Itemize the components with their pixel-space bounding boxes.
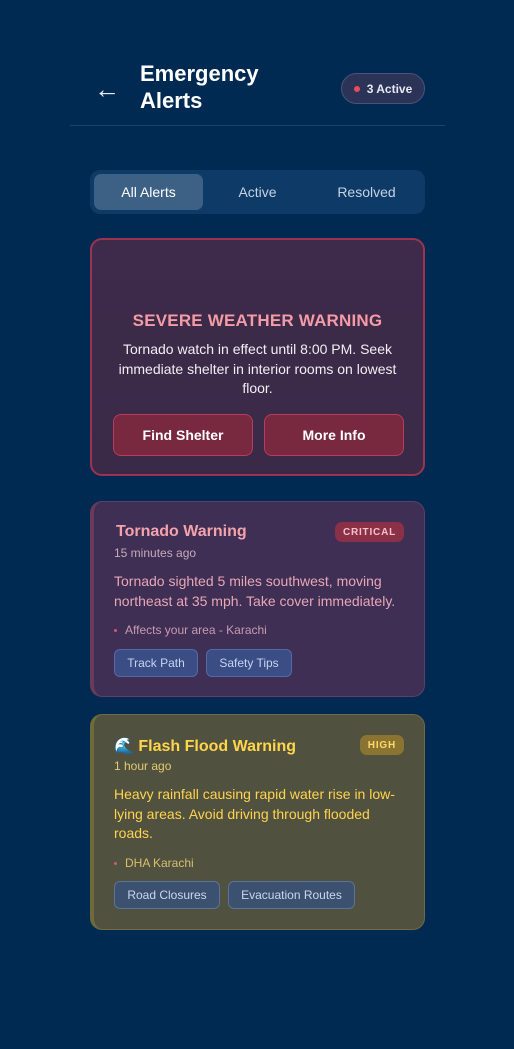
alert-title: Tornado Warning (116, 523, 247, 540)
status-dot-icon (353, 85, 360, 92)
safety-tips-button[interactable]: Safety Tips (206, 649, 292, 677)
alert-location-label: DHA Karachi (125, 856, 194, 870)
evacuation-routes-button[interactable]: Evacuation Routes (228, 881, 355, 909)
alert-title: 🌊 Flash Flood Warning (114, 738, 296, 755)
alert-location: Affects your area - Karachi (114, 623, 267, 637)
tab-all-alerts[interactable]: All Alerts (94, 174, 203, 210)
severe-weather-banner: SEVERE WEATHER WARNING Tornado watch in … (90, 238, 425, 476)
page-title: Emergency Alerts (140, 61, 259, 113)
filter-tabs: All Alerts Active Resolved (90, 170, 425, 214)
severe-warning-title: SEVERE WEATHER WARNING (132, 311, 383, 330)
alert-card-flood[interactable]: 🌊 Flash Flood Warning HIGH 1 hour ago He… (90, 714, 425, 930)
road-closures-button[interactable]: Road Closures (114, 881, 220, 909)
severe-warning-text: Tornado watch in effect until 8:00 PM. S… (118, 341, 397, 396)
alert-location: DHA Karachi (114, 856, 194, 870)
back-arrow-icon[interactable]: ← (94, 76, 120, 102)
severe-actions: Find Shelter More Info (113, 414, 404, 456)
alert-time: 15 minutes ago (114, 546, 197, 560)
find-shelter-button[interactable]: Find Shelter (113, 414, 253, 456)
location-dot-icon (114, 628, 117, 632)
location-dot-icon (114, 861, 117, 865)
alert-card-tornado[interactable]: Tornado Warning CRITICAL 15 minutes ago … (90, 501, 425, 697)
severity-badge: HIGH (359, 735, 404, 755)
active-count-badge[interactable]: 3 Active (341, 73, 425, 104)
header: ← Emergency Alerts 3 Active (70, 54, 445, 126)
tab-active[interactable]: Active (203, 174, 312, 210)
alert-description: Heavy rainfall causing rapid water rise … (114, 786, 395, 841)
severity-badge: CRITICAL (334, 522, 404, 542)
alert-location-label: Affects your area - Karachi (125, 623, 267, 637)
more-info-button[interactable]: More Info (264, 414, 404, 456)
active-count-label: 3 Active (366, 81, 413, 96)
tab-resolved[interactable]: Resolved (312, 174, 421, 210)
alert-time: 1 hour ago (114, 759, 172, 773)
alert-description: Tornado sighted 5 miles southwest, movin… (114, 573, 396, 609)
track-path-button[interactable]: Track Path (114, 649, 198, 677)
